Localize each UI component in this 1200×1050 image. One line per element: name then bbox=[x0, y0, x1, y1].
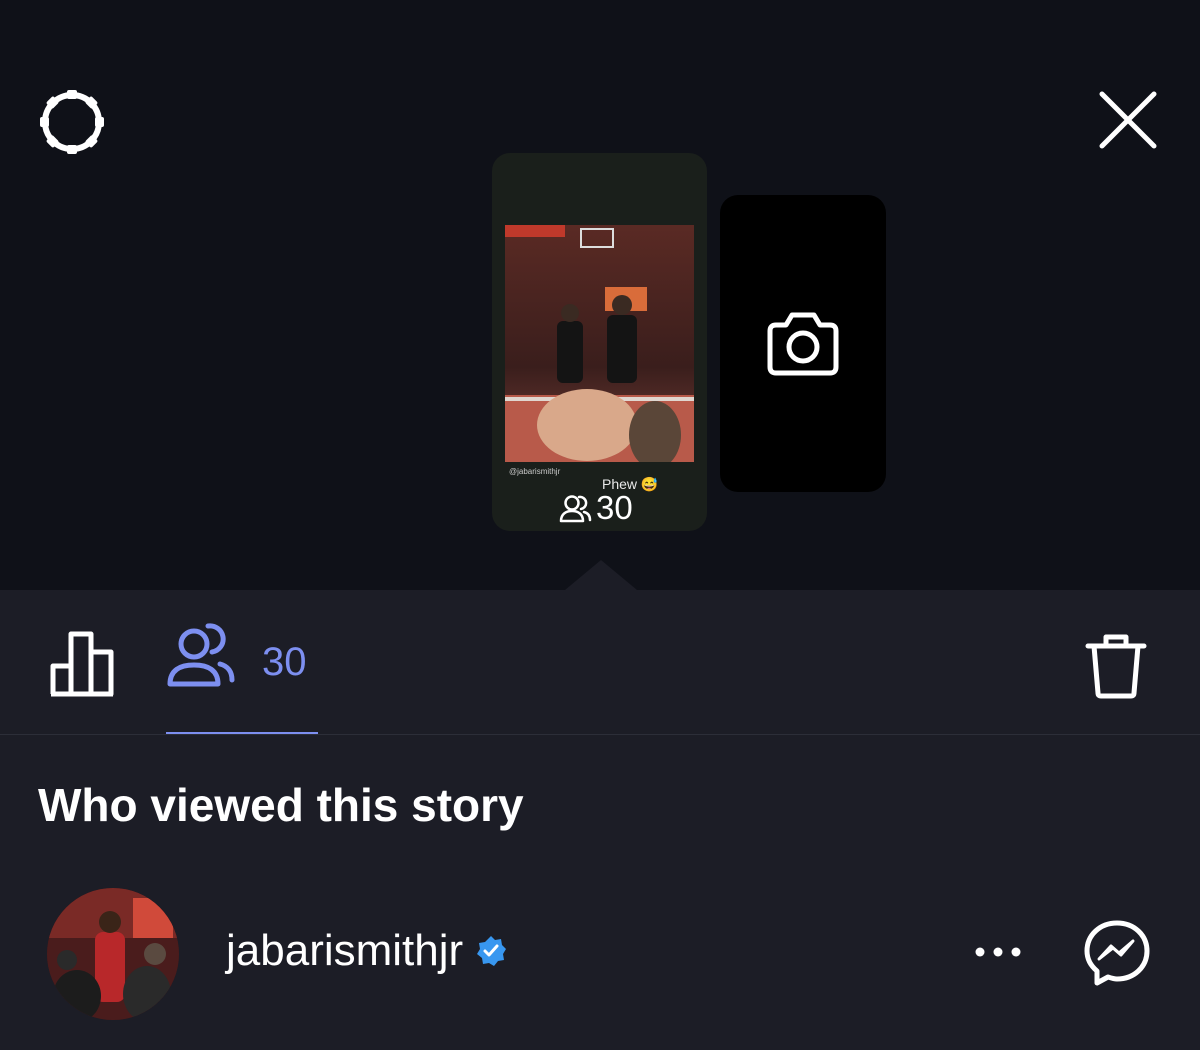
story-view-count: 30 bbox=[558, 489, 633, 527]
viewers-count: 30 bbox=[262, 640, 307, 684]
avatar[interactable] bbox=[47, 888, 179, 1020]
verified-badge-icon bbox=[477, 936, 507, 966]
people-icon bbox=[559, 495, 592, 523]
add-to-story-card[interactable] bbox=[720, 195, 886, 492]
camera-icon bbox=[767, 312, 839, 375]
bar-chart-icon bbox=[50, 631, 114, 697]
story-insights-panel: 30 Who viewed this story jabarismithjr bbox=[0, 590, 1200, 1050]
viewer-username: jabarismithjr bbox=[226, 926, 464, 975]
close-icon bbox=[1099, 91, 1157, 149]
trash-icon bbox=[1085, 634, 1147, 699]
messenger-icon bbox=[1084, 920, 1150, 986]
more-horizontal-icon bbox=[975, 947, 1021, 957]
viewer-username-link[interactable]: jabarismithjr bbox=[226, 926, 507, 976]
tab-bar: 30 bbox=[0, 590, 1200, 735]
close-button[interactable] bbox=[1092, 84, 1164, 156]
panel-pointer bbox=[565, 560, 637, 590]
settings-button[interactable] bbox=[36, 86, 108, 158]
tab-insights[interactable] bbox=[40, 620, 128, 708]
story-thumbnail-card[interactable]: @jabarismithjr Phew 😅 30 bbox=[492, 153, 707, 531]
send-message-button[interactable] bbox=[1080, 916, 1154, 990]
viewer-row[interactable]: jabarismithjr bbox=[0, 886, 1200, 1026]
delete-story-button[interactable] bbox=[1076, 626, 1156, 706]
story-preview-area: @jabarismithjr Phew 😅 30 bbox=[0, 0, 1200, 590]
story-handle: @jabarismithjr bbox=[509, 467, 561, 476]
story-view-count-value: 30 bbox=[596, 489, 633, 526]
tab-viewers[interactable]: 30 bbox=[166, 620, 318, 732]
section-title: Who viewed this story bbox=[38, 779, 524, 831]
story-photo bbox=[505, 225, 694, 462]
people-icon bbox=[167, 623, 235, 687]
active-tab-indicator bbox=[166, 732, 318, 734]
gear-icon bbox=[40, 90, 104, 154]
more-options-button[interactable] bbox=[966, 928, 1030, 976]
